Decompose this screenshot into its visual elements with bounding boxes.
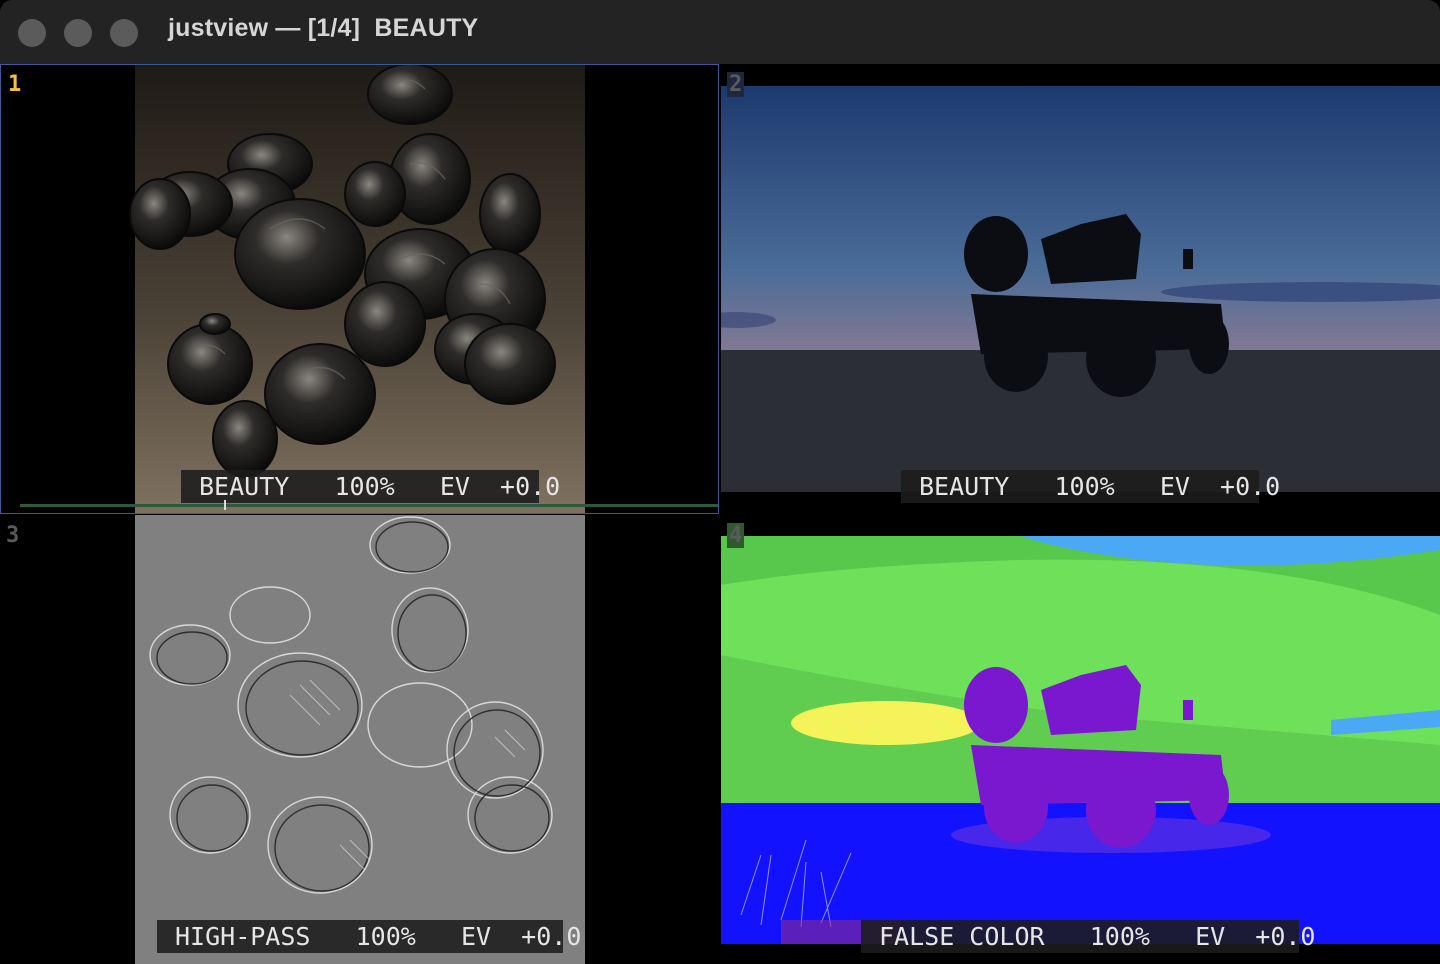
- pane-number: 4: [727, 523, 745, 548]
- zoom-button[interactable]: [110, 19, 138, 47]
- jeep-sunset-image: [721, 86, 1440, 492]
- viewer-grid: 1 BEAUTY 100% EV +0.0 2 BEAUTY 100% EV +…: [0, 64, 1440, 964]
- window-title: justview — [1/4] BEAUTY: [168, 14, 479, 42]
- minimize-button[interactable]: [64, 19, 92, 47]
- hud-overlay: BEAUTY 100% EV +0.0: [901, 470, 1280, 503]
- pane-number: 2: [727, 72, 745, 97]
- hud-overlay: HIGH-PASS 100% EV +0.0: [157, 920, 581, 953]
- viewport-pane-3[interactable]: 3 HIGH-PASS 100% EV +0.0: [0, 515, 719, 964]
- pane-number: 1: [8, 72, 22, 97]
- viewport-pane-2[interactable]: 2 BEAUTY 100% EV +0.0: [721, 64, 1440, 514]
- hud-overlay: FALSE COLOR 100% EV +0.0: [861, 920, 1316, 953]
- pane-number: 3: [6, 523, 20, 548]
- playhead-handle[interactable]: [224, 500, 226, 510]
- traffic-lights: [18, 19, 138, 47]
- title-bar[interactable]: justview — [1/4] BEAUTY: [0, 0, 1440, 64]
- viewport-pane-1[interactable]: 1 BEAUTY 100% EV +0.0: [0, 64, 719, 514]
- app-window: justview — [1/4] BEAUTY 1 BEAUTY 100% EV…: [0, 0, 1440, 964]
- rocks-highpass-image: [135, 515, 585, 964]
- viewport-pane-4[interactable]: 4 FALSE COLOR 100% EV +0.0: [721, 515, 1440, 964]
- hud-overlay: BEAUTY 100% EV +0.0: [181, 470, 560, 503]
- close-button[interactable]: [18, 19, 46, 47]
- rocks-render-image: [129, 64, 585, 514]
- jeep-falsecolor-image: [721, 536, 1440, 944]
- timeline-scrubber[interactable]: [20, 504, 719, 507]
